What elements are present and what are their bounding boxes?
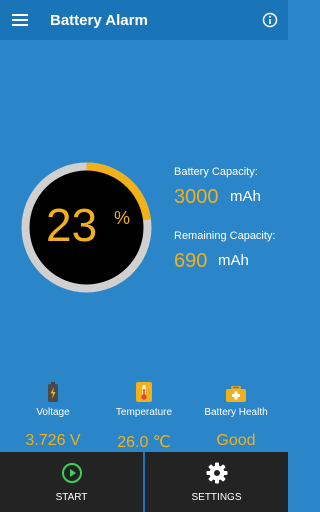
thermometer-icon: [136, 382, 152, 402]
battery-percent-unit: %: [114, 208, 131, 228]
settings-button[interactable]: SETTINGS: [145, 452, 288, 512]
battery-gauge: 23 %: [16, 157, 157, 298]
temperature-stat: Temperature 26.0 ℃: [96, 380, 192, 452]
battery-health-label: Battery Health: [204, 407, 268, 418]
settings-label: SETTINGS: [191, 491, 242, 503]
health-kit-icon: [226, 386, 246, 402]
gear-icon: [206, 462, 227, 483]
info-icon: [262, 12, 278, 28]
battery-health-stat: Battery Health Good: [188, 380, 284, 450]
voltage-stat: Voltage 3.726 V: [5, 380, 101, 450]
start-button[interactable]: START: [0, 452, 143, 512]
battery-capacity-unit: mAh: [230, 188, 261, 205]
menu-button[interactable]: [0, 0, 40, 40]
battery-stats: Voltage 3.726 V Temperature 26.0 ℃ Batte…: [0, 380, 288, 452]
app-title: Battery Alarm: [50, 11, 148, 29]
remaining-capacity-unit: mAh: [218, 252, 249, 269]
remaining-capacity-label: Remaining Capacity:: [174, 230, 276, 242]
battery-capacity-label: Battery Capacity:: [174, 166, 258, 178]
bottom-bar: START SETTINGS: [0, 452, 288, 512]
menu-icon: [12, 14, 28, 26]
battery-health-value: Good: [216, 432, 256, 449]
app-bar: Battery Alarm: [0, 0, 288, 40]
battery-percent-value: 23: [46, 199, 98, 251]
play-circle-icon: [61, 462, 82, 483]
remaining-capacity-value: 690: [174, 250, 208, 272]
info-button[interactable]: [256, 0, 284, 40]
battery-icon: [48, 382, 58, 402]
temperature-value: 26.0 ℃: [117, 434, 171, 451]
start-label: START: [55, 491, 88, 503]
voltage-value: 3.726 V: [25, 432, 81, 449]
voltage-label: Voltage: [36, 407, 70, 418]
temperature-label: Temperature: [115, 407, 173, 418]
battery-capacity-value: 3000: [174, 186, 219, 208]
